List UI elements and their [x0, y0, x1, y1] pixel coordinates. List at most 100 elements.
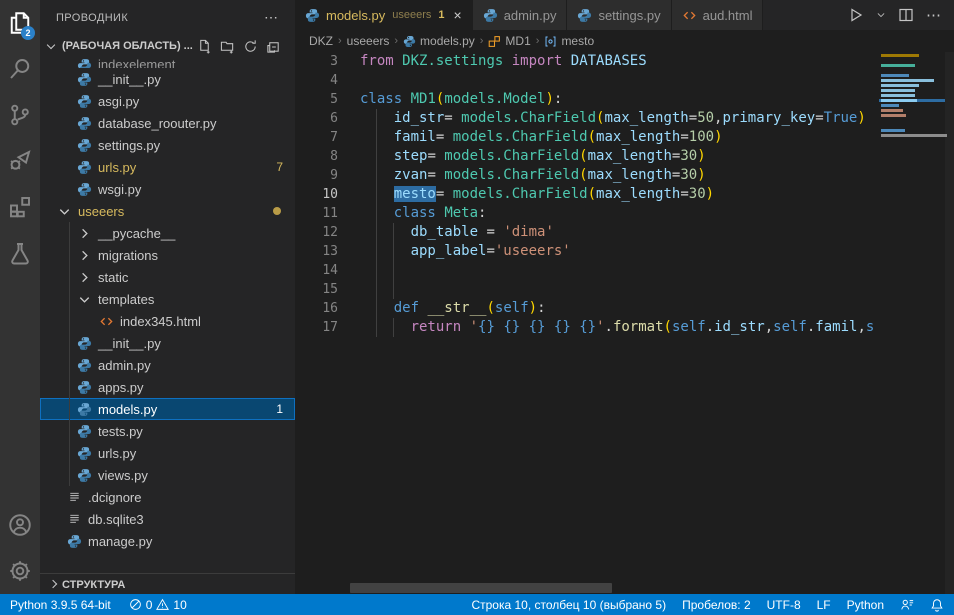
- close-icon[interactable]: ×: [454, 8, 462, 22]
- code-line-9[interactable]: 9 zvan= models.CharField(max_length=30): [295, 166, 954, 185]
- settings-gear-icon[interactable]: [0, 548, 40, 594]
- tree-item-label: urls.py: [98, 446, 136, 461]
- more-actions-icon[interactable]: ⋯: [926, 6, 942, 24]
- breadcrumb-item-models.py[interactable]: models.py: [403, 34, 475, 48]
- code-line-11[interactable]: 11 class Meta:: [295, 204, 954, 223]
- tree-item--pycache-[interactable]: __pycache__: [40, 222, 295, 244]
- language-mode[interactable]: Python: [847, 598, 884, 612]
- tree-item-tests-py[interactable]: tests.py: [40, 420, 295, 442]
- indentation[interactable]: Пробелов: 2: [682, 598, 751, 612]
- code-editor[interactable]: 3from DKZ.settings import DATABASES45cla…: [295, 52, 954, 594]
- breadcrumb-item-md1[interactable]: MD1: [488, 34, 530, 48]
- code-line-17[interactable]: 17 return '{} {} {} {} {}'.format(self.i…: [295, 318, 954, 337]
- code-line-8[interactable]: 8 step= models.CharField(max_length=30): [295, 147, 954, 166]
- tab-admin-py[interactable]: admin.py: [473, 0, 568, 30]
- account-icon[interactable]: [0, 502, 40, 548]
- tree-item-models-py[interactable]: models.py1: [40, 398, 295, 420]
- collapse-all-icon[interactable]: [266, 39, 281, 54]
- tree-item-urls-py[interactable]: urls.py 7: [40, 156, 295, 178]
- outline-section[interactable]: СТРУКТУРА: [40, 573, 295, 594]
- tree-item-urls-py[interactable]: urls.py: [40, 442, 295, 464]
- tab-bar: models.pyuseeers1×admin.pysettings.pyaud…: [295, 0, 954, 30]
- run-debug-icon[interactable]: [0, 138, 40, 184]
- extensions-icon[interactable]: [0, 184, 40, 230]
- breadcrumb-separator: ›: [338, 35, 342, 47]
- tab-description: useeers: [392, 9, 431, 21]
- eol-sequence[interactable]: LF: [817, 598, 831, 612]
- source-control-icon[interactable]: [0, 92, 40, 138]
- tree-item-settings-py[interactable]: settings.py: [40, 134, 295, 156]
- code-line-7[interactable]: 7 famil= models.CharField(max_length=100…: [295, 128, 954, 147]
- testing-icon[interactable]: [0, 230, 40, 276]
- code-line-4[interactable]: 4: [295, 71, 954, 90]
- minimap[interactable]: [879, 54, 945, 224]
- tree-item-indexelement[interactable]: indexelement: [40, 57, 295, 68]
- tree-item-asgi-py[interactable]: asgi.py: [40, 90, 295, 112]
- tree-item-static[interactable]: static: [40, 266, 295, 288]
- tab-models-py[interactable]: models.pyuseeers1×: [295, 0, 473, 30]
- tab-label: models.py: [326, 8, 385, 23]
- split-editor-icon[interactable]: [898, 7, 914, 23]
- tree-item-label: indexelement: [98, 57, 175, 68]
- code-line-14[interactable]: 14: [295, 261, 954, 280]
- tree-item-index345-html[interactable]: index345.html: [40, 310, 295, 332]
- breadcrumb-item-mesto[interactable]: mesto: [544, 34, 594, 48]
- horizontal-scrollbar[interactable]: [350, 583, 612, 593]
- problems-indicator[interactable]: 0 10: [129, 598, 187, 612]
- python-file-icon: [77, 72, 92, 87]
- python-interpreter[interactable]: Python 3.9.5 64-bit: [10, 598, 111, 612]
- breadcrumb-item-useeers[interactable]: useeers: [347, 34, 390, 48]
- tree-item-admin-py[interactable]: admin.py: [40, 354, 295, 376]
- code-line-5[interactable]: 5class MD1(models.Model):: [295, 90, 954, 109]
- python-file-icon: [77, 336, 92, 351]
- search-icon[interactable]: [0, 46, 40, 92]
- outline-label: СТРУКТУРА: [62, 579, 125, 591]
- run-dropdown-icon[interactable]: [876, 10, 886, 20]
- tree-item-database-roouter-py[interactable]: database_roouter.py: [40, 112, 295, 134]
- class-symbol-icon: [488, 35, 501, 48]
- tree-item-views-py[interactable]: views.py: [40, 464, 295, 486]
- tree-item-db-sqlite3[interactable]: db.sqlite3: [40, 508, 295, 530]
- workspace-header[interactable]: (РАБОЧАЯ ОБЛАСТЬ) ...: [40, 35, 295, 57]
- error-count: 0: [146, 598, 153, 612]
- code-line-12[interactable]: 12 db_table = 'dima': [295, 223, 954, 242]
- explorer-more-icon[interactable]: ⋯: [264, 9, 279, 26]
- code-line-13[interactable]: 13 app_label='useeers': [295, 242, 954, 261]
- code-line-3[interactable]: 3from DKZ.settings import DATABASES: [295, 52, 954, 71]
- code-line-6[interactable]: 6 id_str= models.CharField(max_length=50…: [295, 109, 954, 128]
- tree-item-templates[interactable]: templates: [40, 288, 295, 310]
- tree-item-wsgi-py[interactable]: wsgi.py: [40, 178, 295, 200]
- line-number: 17: [295, 318, 338, 337]
- tree-item--init-py[interactable]: __init__.py: [40, 68, 295, 90]
- tree-item-migrations[interactable]: migrations: [40, 244, 295, 266]
- tree-item--init-py[interactable]: __init__.py: [40, 332, 295, 354]
- tab-settings-py[interactable]: settings.py: [567, 0, 671, 30]
- chevron-right-icon: [77, 270, 92, 285]
- new-folder-icon[interactable]: [220, 39, 235, 54]
- notifications-bell-icon[interactable]: [930, 598, 944, 612]
- new-file-icon[interactable]: [197, 39, 212, 54]
- refresh-icon[interactable]: [243, 39, 258, 54]
- python-file-icon: [77, 58, 92, 69]
- tree-item-label: migrations: [98, 248, 158, 263]
- explorer-icon[interactable]: 2: [0, 0, 40, 46]
- code-line-15[interactable]: 15: [295, 280, 954, 299]
- line-number: 6: [295, 109, 338, 128]
- feedback-icon[interactable]: [900, 598, 914, 612]
- tree-item-label: urls.py: [98, 160, 136, 175]
- tree-item-useeers[interactable]: useeers: [40, 200, 295, 222]
- breadcrumb-item-dkz[interactable]: DKZ: [309, 34, 333, 48]
- tree-item-manage-py[interactable]: manage.py: [40, 530, 295, 552]
- tab-label: settings.py: [598, 8, 660, 23]
- tree-item--dcignore[interactable]: .dcignore: [40, 486, 295, 508]
- encoding[interactable]: UTF-8: [767, 598, 801, 612]
- tree-item-apps-py[interactable]: apps.py: [40, 376, 295, 398]
- python-file-icon: [77, 358, 92, 373]
- python-file-icon: [483, 8, 498, 23]
- run-python-icon[interactable]: [848, 7, 864, 23]
- tree-item-badge: 7: [276, 160, 283, 174]
- code-line-16[interactable]: 16 def __str__(self):: [295, 299, 954, 318]
- code-line-10[interactable]: 10 mesto= models.CharField(max_length=30…: [295, 185, 954, 204]
- tab-aud-html[interactable]: aud.html: [672, 0, 764, 30]
- cursor-position[interactable]: Строка 10, столбец 10 (выбрано 5): [471, 598, 666, 612]
